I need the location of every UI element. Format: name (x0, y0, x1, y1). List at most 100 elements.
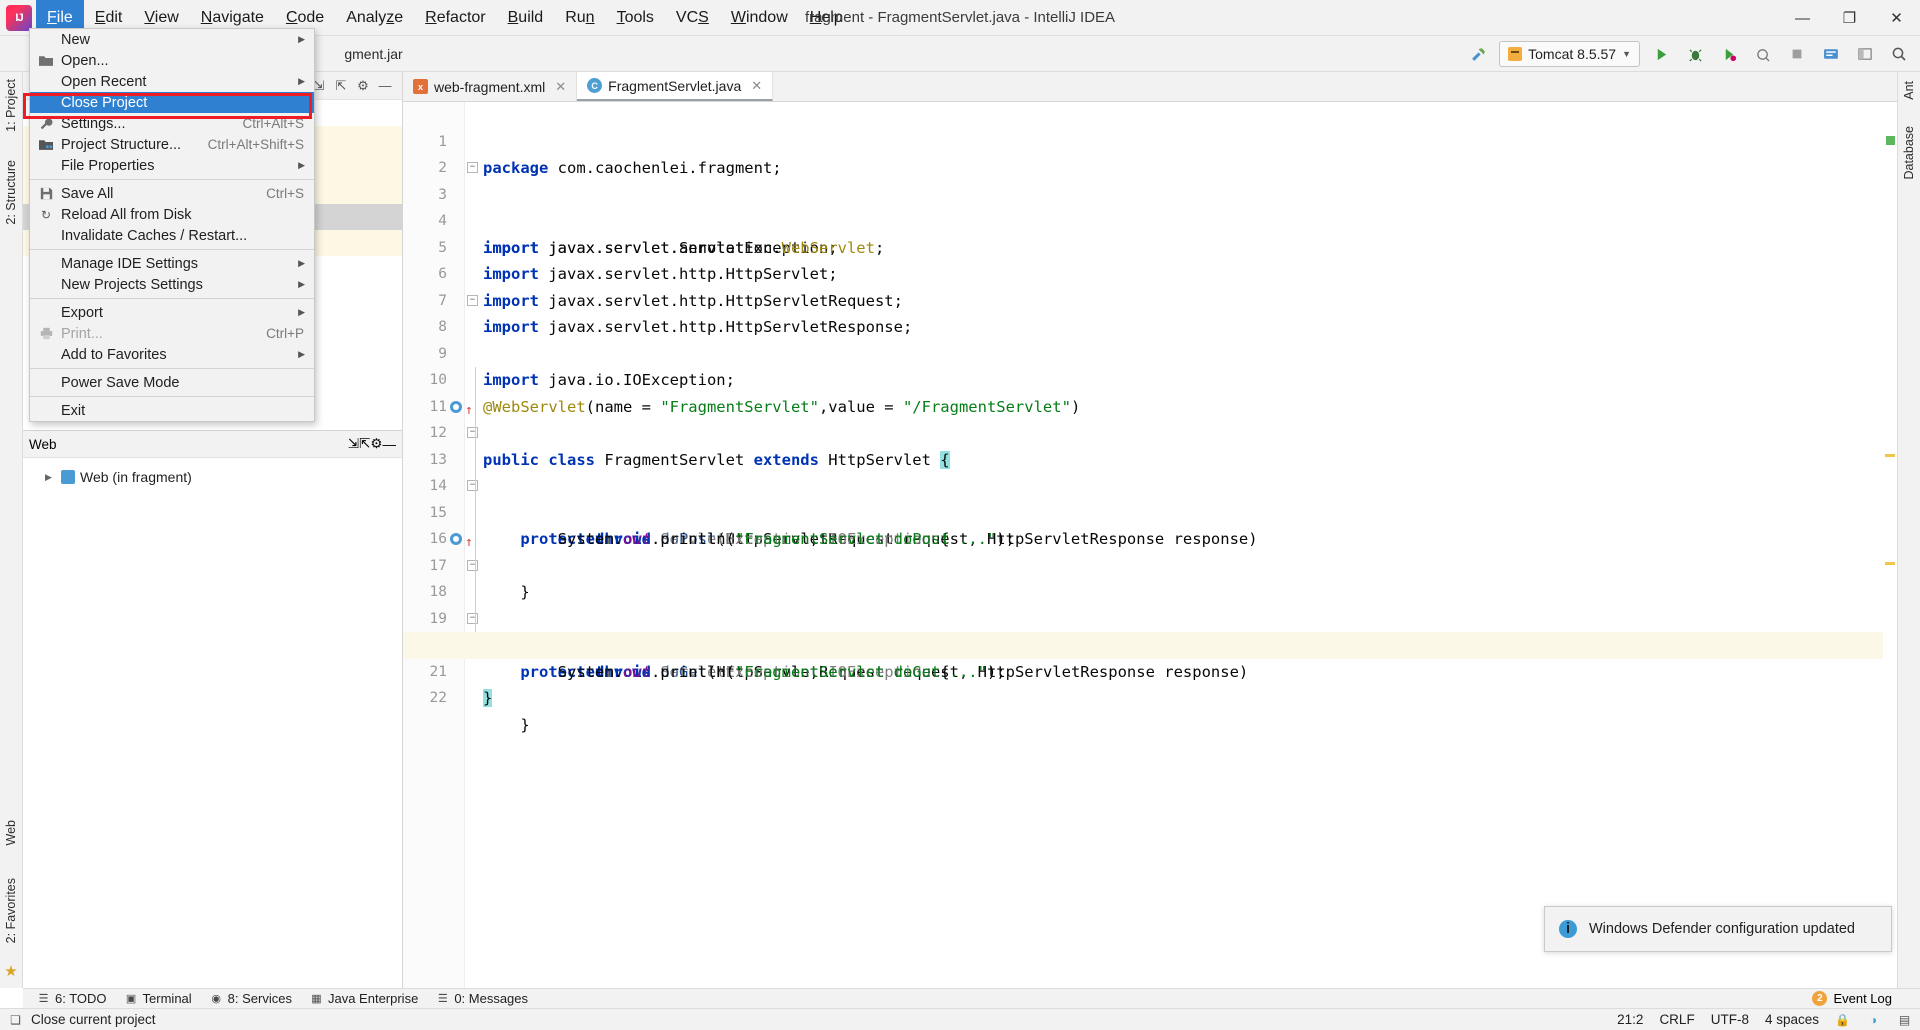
file-menu-item-invalidate-caches[interactable]: Invalidate Caches / Restart... (30, 225, 314, 246)
menu-help[interactable]: Help (799, 0, 854, 36)
memory-icon[interactable]: ▤ (1897, 1012, 1912, 1027)
inspection-icon[interactable]: ◑ (1866, 1012, 1881, 1027)
tool-window-java-enterprise[interactable]: ▦ Java Enterprise (310, 991, 418, 1006)
code-editor[interactable]: 1 package com.caochenlei.fragment; 2 3 −… (403, 102, 1897, 988)
fold-marker-icon[interactable]: − (467, 162, 478, 173)
stripe-item-ant[interactable]: Ant (1902, 76, 1916, 105)
menu-separator (30, 249, 314, 250)
code-content[interactable]: 1 package com.caochenlei.fragment; 2 3 −… (403, 102, 1897, 988)
messages-icon: ☰ (437, 993, 448, 1005)
menu-window[interactable]: Window (720, 0, 799, 36)
code-line: 8 − import java.io.IOException; (403, 288, 1897, 389)
terminal-icon: ▣ (125, 993, 137, 1005)
editor-tab-bar: x web-fragment.xml ✕ C FragmentServlet.j… (403, 72, 1897, 102)
stripe-item-favorites[interactable]: 2: Favorites (4, 873, 18, 948)
settings-gear-icon[interactable]: ⚙ (352, 75, 374, 97)
file-menu-item-new-projects-settings[interactable]: New Projects Settings ▶ (30, 274, 314, 295)
stripe-item-project[interactable]: 1: Project (4, 74, 18, 137)
close-icon[interactable]: ✕ (555, 79, 566, 95)
file-menu-item-exit[interactable]: Exit (30, 400, 314, 421)
file-menu-item-open[interactable]: Open... (30, 50, 314, 71)
web-module-icon (61, 470, 75, 484)
fold-marker-icon[interactable]: − (467, 294, 478, 306)
file-menu-item-export[interactable]: Export ▶ (30, 302, 314, 323)
tool-window-services[interactable]: ◉ 8: Services (210, 991, 292, 1006)
maximize-button[interactable]: ❐ (1826, 0, 1873, 36)
fold-marker-icon[interactable]: − (467, 559, 478, 571)
stop-icon[interactable] (1784, 41, 1810, 67)
file-menu-item-project-structure[interactable]: Project Structure... Ctrl+Alt+Shift+S (30, 134, 314, 155)
chevron-down-icon: ▼ (1622, 49, 1631, 59)
notification-balloon[interactable]: i Windows Defender configuration updated (1544, 906, 1892, 952)
file-menu-item-file-properties[interactable]: File Properties ▶ (30, 155, 314, 176)
tool-window-terminal[interactable]: ▣ Terminal (125, 991, 192, 1006)
stripe-item-database[interactable]: Database (1902, 121, 1916, 185)
hide-icon[interactable]: — (374, 75, 396, 97)
file-menu-item-power-save-mode[interactable]: Power Save Mode (30, 372, 314, 393)
search-everywhere-icon[interactable] (1886, 41, 1912, 67)
web-collapse-all-icon[interactable]: ⇲ (348, 436, 359, 452)
tab-web-fragment-xml[interactable]: x web-fragment.xml ✕ (403, 72, 578, 101)
editor-scrollbar[interactable] (1883, 132, 1897, 988)
file-menu-item-close-project[interactable]: Close Project (30, 92, 314, 113)
tool-window-todo[interactable]: ☰ 6: TODO (37, 991, 107, 1006)
run-with-coverage-icon[interactable] (1716, 41, 1742, 67)
chevron-right-icon[interactable]: ▶ (45, 472, 56, 483)
web-hide-icon[interactable]: — (383, 437, 397, 452)
fold-marker-icon[interactable]: − (467, 612, 478, 624)
menu-tools[interactable]: Tools (606, 0, 665, 36)
updates-icon[interactable] (1818, 41, 1844, 67)
indent-setting[interactable]: 4 spaces (1765, 1012, 1819, 1027)
menu-analyze[interactable]: Analyze (335, 0, 414, 36)
line-separator[interactable]: CRLF (1659, 1012, 1694, 1027)
run-icon[interactable] (1648, 41, 1674, 67)
tree-row-web-in-fragment[interactable]: ▶ Web (in fragment) (23, 464, 402, 490)
file-menu-item-settings[interactable]: Settings... Ctrl+Alt+S (30, 113, 314, 134)
fold-marker-icon[interactable]: − (467, 480, 478, 491)
menu-item-label: Manage IDE Settings (61, 255, 199, 272)
layout-icon[interactable] (1852, 41, 1878, 67)
file-menu-item-manage-ide-settings[interactable]: Manage IDE Settings ▶ (30, 253, 314, 274)
lock-icon[interactable]: 🔒 (1835, 1012, 1850, 1027)
tool-window-label: 8: Services (227, 991, 292, 1006)
close-icon[interactable]: ✕ (751, 78, 762, 94)
tool-window-messages[interactable]: ☰ 0: Messages (436, 991, 528, 1006)
menu-refactor[interactable]: Refactor (414, 0, 496, 36)
file-menu-item-save-all[interactable]: Save All Ctrl+S (30, 183, 314, 204)
stripe-item-structure[interactable]: 2: Structure (4, 155, 18, 230)
file-menu-item-new[interactable]: New ▶ (30, 29, 314, 50)
override-marker-icon[interactable] (450, 533, 462, 545)
tab-fragmentservlet-java[interactable]: C FragmentServlet.java ✕ (577, 72, 774, 101)
run-configuration-selector[interactable]: Tomcat 8.5.57 ▼ (1499, 41, 1640, 67)
profiler-icon[interactable] (1750, 41, 1776, 67)
minimize-button[interactable]: — (1779, 0, 1826, 36)
file-encoding[interactable]: UTF-8 (1711, 1012, 1749, 1027)
web-expand-icon[interactable]: ⇱ (359, 436, 370, 452)
menu-item-label: Export (61, 304, 103, 321)
fold-marker-icon[interactable]: − (467, 427, 478, 438)
menu-separator (30, 298, 314, 299)
menu-vcs[interactable]: VCS (665, 0, 720, 36)
menu-run[interactable]: Run (554, 0, 605, 36)
breadcrumb-jar[interactable]: gment.jar (338, 46, 408, 62)
file-menu-item-reload-all-from-disk[interactable]: ↻ Reload All from Disk (30, 204, 314, 225)
project-structure-icon (38, 137, 54, 153)
editor-area: x web-fragment.xml ✕ C FragmentServlet.j… (403, 72, 1897, 988)
file-menu-popup[interactable]: New ▶ Open... Open Recent ▶ Close Projec… (29, 28, 315, 422)
submenu-arrow-icon: ▶ (298, 76, 305, 86)
caret-position[interactable]: 21:2 (1617, 1012, 1643, 1027)
event-log-button[interactable]: 2 Event Log (1812, 991, 1892, 1006)
expand-icon[interactable]: ⇱ (330, 75, 352, 97)
close-button[interactable]: ✕ (1873, 0, 1920, 36)
menu-build[interactable]: Build (497, 0, 555, 36)
stripe-item-web[interactable]: Web (4, 815, 18, 850)
debug-icon[interactable] (1682, 41, 1708, 67)
build-hammer-icon[interactable] (1465, 41, 1491, 67)
web-settings-gear-icon[interactable]: ⚙ (370, 436, 382, 452)
menu-item-label: Open Recent (61, 73, 147, 90)
override-marker-icon[interactable] (450, 400, 462, 413)
file-menu-item-add-to-favorites[interactable]: Add to Favorites ▶ (30, 344, 314, 365)
code-line: 14 System.out.println("FragmentServlet d… (403, 446, 1897, 548)
file-menu-item-open-recent[interactable]: Open Recent ▶ (30, 71, 314, 92)
menu-item-label: Power Save Mode (61, 374, 180, 391)
